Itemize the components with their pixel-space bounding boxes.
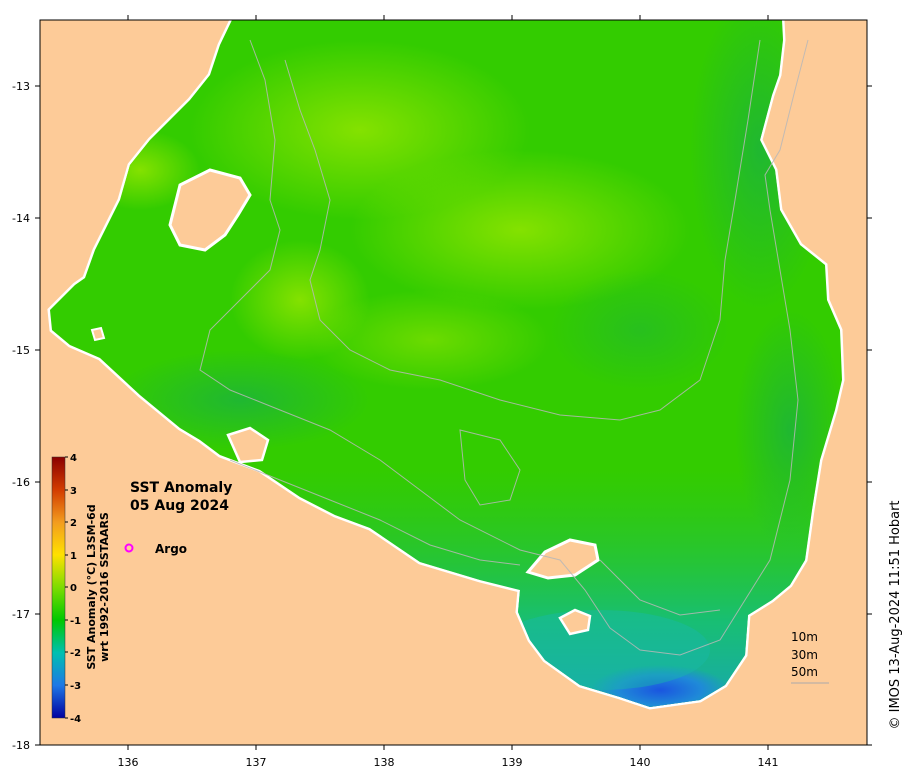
x-tick-label: 139 — [502, 756, 523, 769]
y-tick-label: -14 — [12, 212, 30, 225]
colorbar-tick-label: 0 — [70, 583, 77, 594]
colorbar-tick-label: 3 — [70, 486, 77, 497]
map-title: SST Anomaly — [130, 480, 232, 496]
colorbar-tick-label: 1 — [70, 551, 77, 562]
colorbar-tick-label: -1 — [70, 616, 81, 627]
colorbar-tick-label: -3 — [70, 681, 81, 692]
y-tick-label: -15 — [12, 344, 30, 357]
colorbar-tick-label: 2 — [70, 518, 77, 529]
colorbar-tick-label: 4 — [70, 453, 77, 464]
y-tick-label: -13 — [12, 80, 30, 93]
x-tick-label: 138 — [374, 756, 395, 769]
argo-legend-label: Argo — [155, 542, 187, 556]
colorbar-tick-label: -2 — [70, 648, 81, 659]
depth-label-30m: 30m — [791, 648, 818, 662]
depth-label-10m: 10m — [791, 630, 818, 644]
colorbar-tick-label: -4 — [70, 714, 81, 725]
y-tick-label: -16 — [12, 476, 30, 489]
island — [90, 326, 106, 342]
x-tick-label: 140 — [630, 756, 651, 769]
y-tick-label: -17 — [12, 608, 30, 621]
sst-anomaly-map: 136 137 138 139 140 141 -13 -14 -15 -16 … — [12, 15, 903, 769]
x-tick-label: 136 — [118, 756, 139, 769]
y-tick-label: -18 — [12, 739, 30, 752]
x-tick-label: 141 — [758, 756, 779, 769]
x-tick-label: 137 — [246, 756, 267, 769]
colorbar-title: SST Anomaly (°C) L3SM-6d — [85, 504, 98, 669]
map-date: 05 Aug 2024 — [130, 498, 229, 514]
colorbar — [51, 456, 66, 719]
credit-text: © IMOS 13-Aug-2024 11:51 Hobart — [888, 500, 903, 729]
depth-label-50m: 50m — [791, 665, 818, 679]
colorbar-subtitle: wrt 1992-2016 SSTAARS — [98, 512, 111, 662]
